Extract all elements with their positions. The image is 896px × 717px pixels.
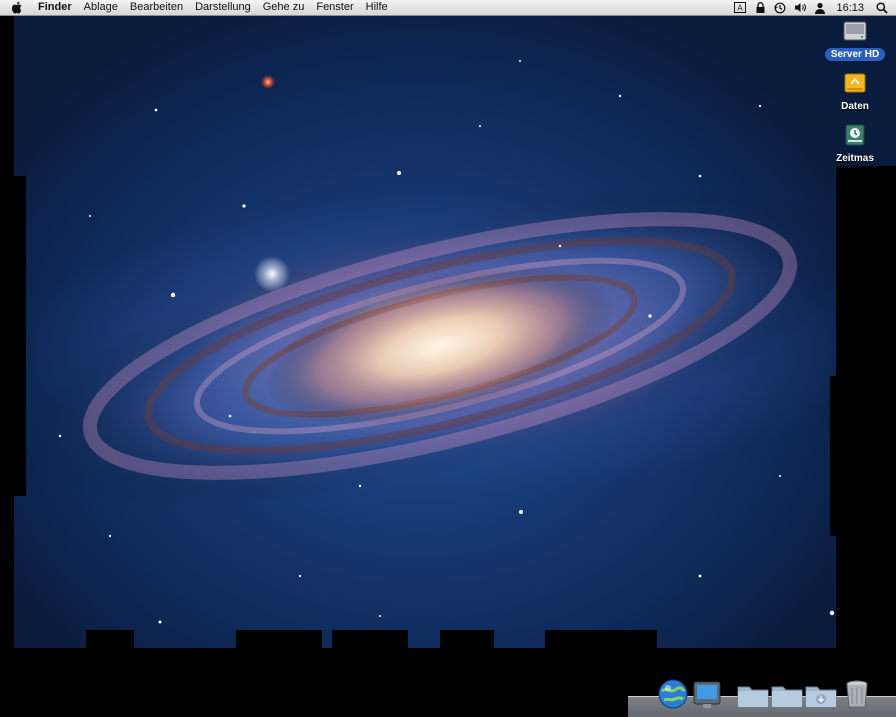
black-region-left-notch [14, 176, 26, 496]
applications-folder-icon[interactable] [736, 677, 770, 711]
menubar-clock[interactable]: 16:13 [830, 2, 872, 14]
keyboard-icon[interactable]: A [730, 0, 750, 15]
external-drive-icon [842, 70, 868, 96]
svg-text:A: A [738, 4, 744, 13]
black-region-right [836, 166, 896, 666]
dock [628, 656, 896, 717]
black-region-bottom-step3 [332, 630, 408, 650]
menu-bar: Finder Ablage Bearbeiten Darstellung Geh… [0, 0, 896, 16]
globe-app-icon[interactable] [656, 677, 690, 711]
black-region-bottom-step5 [545, 630, 657, 650]
desktop-icon-server-hd[interactable]: Server HD [820, 18, 890, 62]
lock-icon[interactable] [750, 0, 770, 15]
desktop[interactable]: Server HD Daten Zeitmas [0, 16, 896, 717]
hard-drive-icon [842, 18, 868, 44]
menu-darstellung[interactable]: Darstellung [189, 0, 257, 15]
black-region-left [0, 16, 14, 717]
user-icon[interactable] [810, 0, 830, 15]
menu-fenster[interactable]: Fenster [310, 0, 359, 15]
apple-icon[interactable] [0, 0, 34, 15]
black-region-right-notch [830, 376, 838, 536]
desktop-icon-label: Zeitmas [836, 153, 874, 164]
black-region-bottom-step2 [236, 630, 322, 650]
spotlight-icon[interactable] [872, 0, 892, 15]
black-region-bottom-step4 [440, 630, 494, 650]
volume-icon[interactable] [790, 0, 810, 15]
time-machine-icon[interactable] [770, 0, 790, 15]
desktop-icon-label: Server HD [824, 48, 886, 61]
trash-icon[interactable] [840, 677, 874, 711]
menu-hilfe[interactable]: Hilfe [360, 0, 394, 15]
menu-bearbeiten[interactable]: Bearbeiten [124, 0, 189, 15]
desktop-icon-daten[interactable]: Daten [820, 70, 890, 114]
downloads-folder-icon[interactable] [804, 677, 838, 711]
menu-finder[interactable]: Finder [34, 0, 78, 15]
system-preferences-icon[interactable] [690, 677, 724, 711]
desktop-icon-zeitmas[interactable]: Zeitmas [820, 122, 890, 166]
documents-folder-icon[interactable] [770, 677, 804, 711]
desktop-icon-label: Daten [841, 101, 869, 112]
menu-ablage[interactable]: Ablage [78, 0, 124, 15]
time-machine-drive-icon [842, 122, 868, 148]
galaxy-image [21, 60, 859, 638]
black-region-bottom-step1 [86, 630, 134, 650]
menu-gehe-zu[interactable]: Gehe zu [257, 0, 311, 15]
menu-extras: A 16:13 [730, 0, 896, 15]
